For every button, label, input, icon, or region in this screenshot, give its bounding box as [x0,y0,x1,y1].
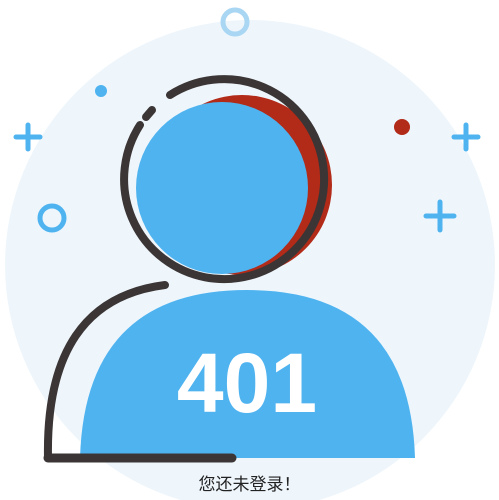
unauthorized-illustration: 401 [5,7,495,500]
login-required-message: 您还未登录！ [198,475,301,495]
head-outline-dash [142,106,156,121]
dot-icon [95,85,107,97]
red-dot-icon [394,119,410,135]
user-head [136,102,308,274]
error-code: 401 [177,336,317,430]
